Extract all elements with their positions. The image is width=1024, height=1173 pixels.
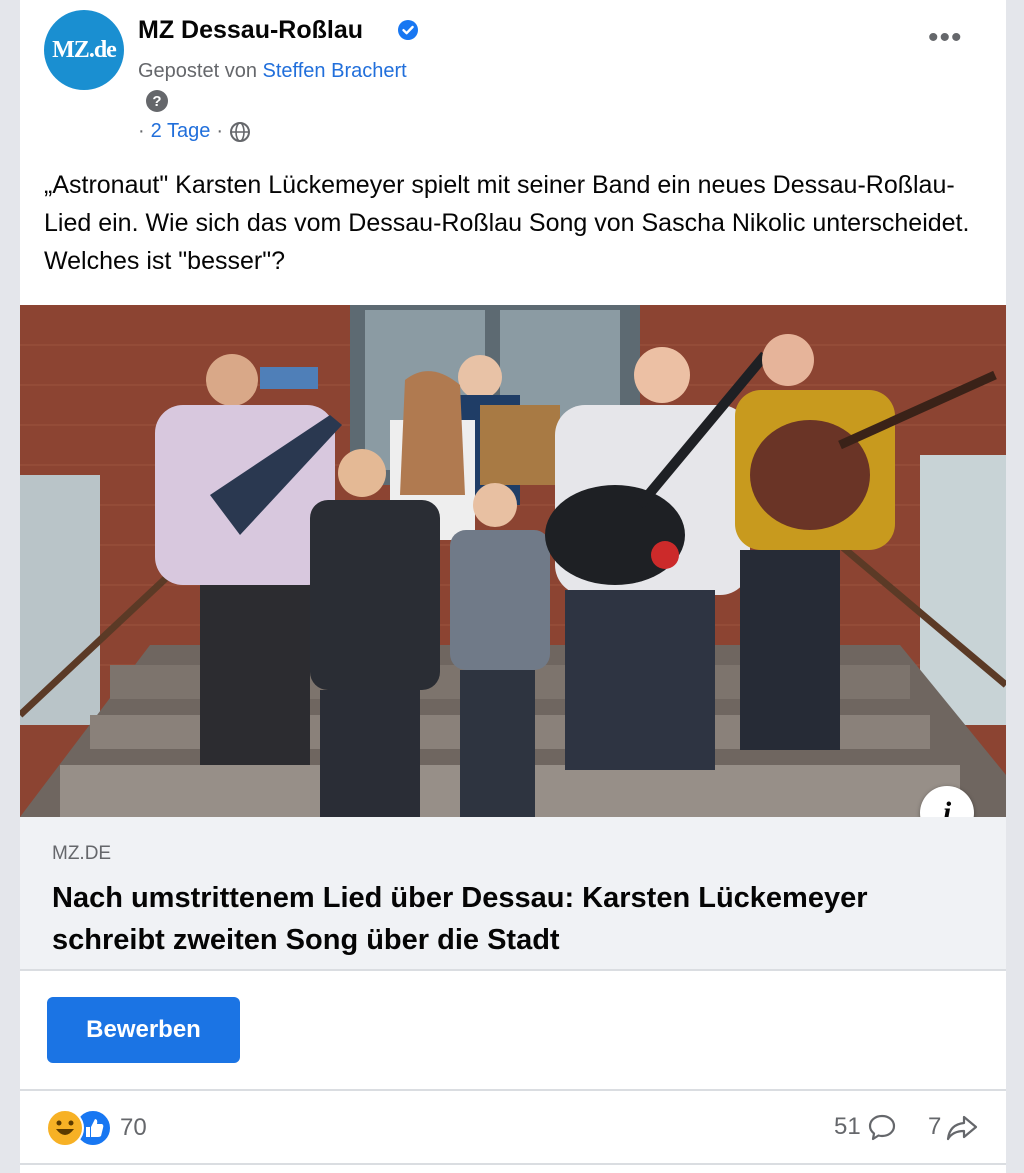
link-title[interactable]: Nach umstrittenem Lied über Dessau: Kars…	[52, 877, 972, 961]
page-name-link[interactable]: MZ Dessau-Roßlau	[138, 16, 363, 45]
divider	[20, 969, 1006, 971]
haha-reaction-icon	[46, 1109, 84, 1147]
avatar-logo-text: MZ.de	[52, 36, 117, 63]
divider	[20, 1163, 1006, 1165]
apply-button[interactable]: Bewerben	[47, 997, 240, 1063]
post-image[interactable]	[20, 305, 1006, 817]
link-domain: MZ.DE	[52, 843, 112, 864]
more-options-icon[interactable]: •••	[928, 23, 963, 53]
reactions-summary[interactable]: 70	[46, 1108, 147, 1148]
comments-count: 51	[834, 1113, 861, 1140]
page-avatar[interactable]: MZ.de	[44, 10, 124, 90]
share-icon	[947, 1115, 978, 1141]
verified-badge-icon	[398, 20, 418, 40]
post-card: MZ.de MZ Dessau-Roßlau Gepostet von Stef…	[20, 0, 1006, 1173]
comment-icon	[868, 1114, 895, 1141]
divider	[20, 1089, 1006, 1091]
posted-by-line: Gepostet von Steffen Brachert	[138, 60, 407, 83]
comments-count-link[interactable]: 51	[834, 1112, 897, 1142]
timestamp-link[interactable]: 2 Tage	[151, 120, 211, 143]
link-preview[interactable]: MZ.DE Nach umstrittenem Lied über Dessau…	[20, 817, 1006, 969]
shares-count: 7	[928, 1113, 942, 1140]
post-text: „Astronaut" Karsten Lückemeyer spielt mi…	[44, 171, 970, 275]
shares-count-link[interactable]: 7	[928, 1112, 979, 1142]
posted-by-prefix: Gepostet von	[138, 60, 257, 82]
globe-icon	[230, 121, 251, 142]
reactions-count: 70	[120, 1114, 147, 1141]
author-link[interactable]: Steffen Brachert	[263, 60, 407, 82]
question-icon[interactable]: ?	[146, 90, 168, 112]
post-meta: · 2 Tage ·	[138, 120, 251, 143]
band-photo	[20, 305, 1006, 817]
